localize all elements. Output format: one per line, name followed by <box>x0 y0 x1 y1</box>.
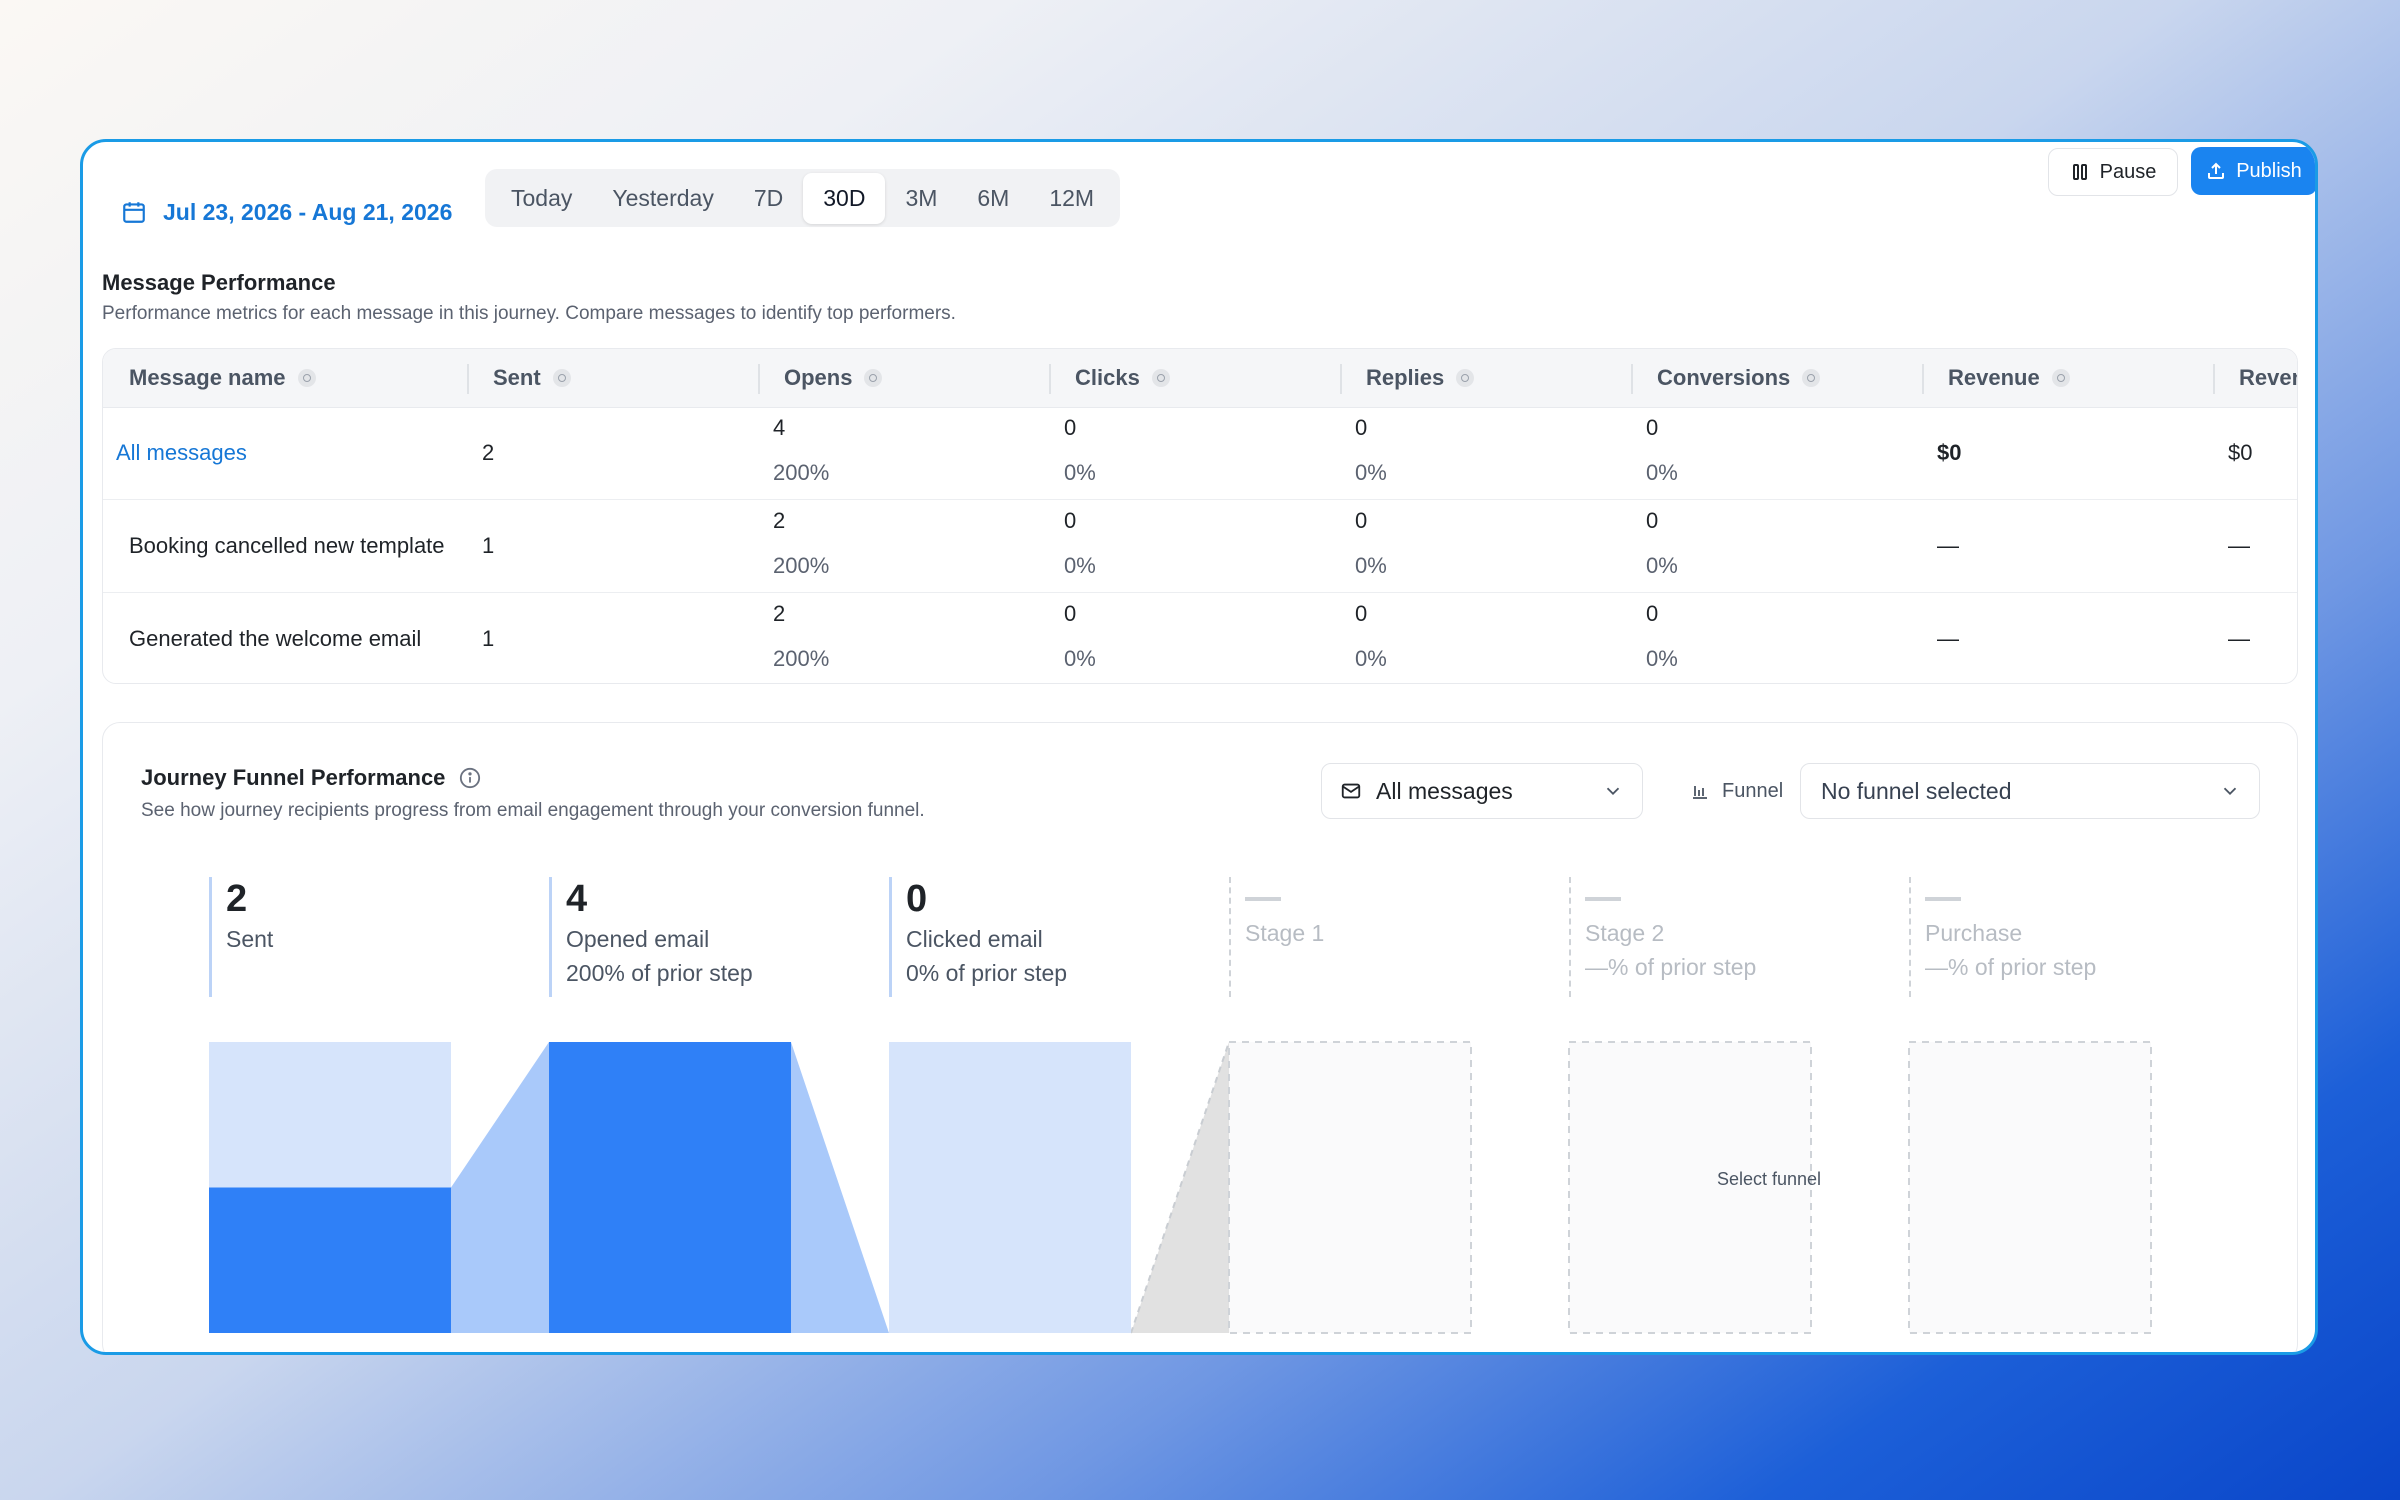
journey-funnel-panel: Journey Funnel Performance See how journ… <box>102 722 2298 1352</box>
clicks-value: 0 <box>1064 415 1077 440</box>
journey-analytics-card: Jul 23, 2026 - Aug 21, 2026 Today Yester… <box>80 139 2318 1355</box>
revenue-value: $0 <box>1937 440 1962 465</box>
revenue-value: — <box>1937 533 1959 558</box>
replies-rate: 0% <box>1355 553 1387 578</box>
column-header-opens[interactable]: Opens <box>758 349 883 407</box>
funnel-bar-placeholder <box>1228 1041 1472 1334</box>
opens-value: 4 <box>773 415 786 440</box>
publish-button[interactable]: Publish <box>2191 147 2315 195</box>
column-label: Sent <box>493 365 541 390</box>
column-label: Replies <box>1366 365 1445 390</box>
range-tab-12m[interactable]: 12M <box>1029 173 1114 224</box>
funnel-chart <box>209 1041 2152 1334</box>
conversions-value: 0 <box>1646 508 1659 533</box>
message-performance-title: Message Performance <box>102 270 336 295</box>
table-row[interactable]: Booking cancelled new template 1 2 200% … <box>103 500 2297 593</box>
revenue-2-value: — <box>2228 626 2250 651</box>
range-tab-7d[interactable]: 7D <box>734 173 803 224</box>
opens-rate: 200% <box>773 460 830 485</box>
funnel-bar <box>549 1042 791 1333</box>
column-label: Opens <box>784 365 853 390</box>
column-header-replies[interactable]: Replies <box>1340 349 1475 407</box>
range-tab-3m[interactable]: 3M <box>885 173 957 224</box>
message-performance-table: Message name Sent Opens Clicks Replies C… <box>102 348 2298 684</box>
date-range-label: Jul 23, 2026 - Aug 21, 2026 <box>163 198 453 225</box>
table-row[interactable]: All messages 2 4 200% 0 0% 0 0% 0 0% $0 … <box>103 407 2297 500</box>
conversions-rate: 0% <box>1646 646 1678 671</box>
pause-icon <box>2072 164 2087 180</box>
message-performance-description: Performance metrics for each message in … <box>102 303 956 324</box>
table-header: Message name Sent Opens Clicks Replies C… <box>103 349 2297 408</box>
range-tab-6m[interactable]: 6M <box>957 173 1029 224</box>
replies-rate: 0% <box>1355 460 1387 485</box>
column-header-sent[interactable]: Sent <box>467 349 571 407</box>
column-label: Conversions <box>1657 365 1791 390</box>
info-icon[interactable] <box>1802 369 1821 387</box>
clicks-value: 0 <box>1064 508 1077 533</box>
column-label: Reven <box>2239 365 2297 390</box>
revenue-2-value: — <box>2228 533 2250 558</box>
opens-rate: 200% <box>773 553 830 578</box>
replies-value: 0 <box>1355 415 1368 440</box>
info-icon[interactable] <box>2051 369 2070 387</box>
revenue-value: — <box>1937 626 1959 651</box>
pause-label: Pause <box>2099 160 2157 183</box>
info-icon[interactable] <box>1456 369 1475 387</box>
message-name-link[interactable]: All messages <box>116 407 247 499</box>
funnel-bar <box>209 1187 451 1333</box>
sent-value: 1 <box>482 533 495 558</box>
funnel-connector <box>451 1042 549 1333</box>
range-tab-yesterday[interactable]: Yesterday <box>592 173 733 224</box>
clicks-rate: 0% <box>1064 553 1096 578</box>
publish-label: Publish <box>2236 159 2302 182</box>
conversions-value: 0 <box>1646 601 1659 626</box>
select-funnel-hint[interactable]: Select funnel <box>1647 1169 1891 1190</box>
clicks-rate: 0% <box>1064 646 1096 671</box>
funnel-bar-background <box>889 1042 1131 1333</box>
replies-rate: 0% <box>1355 646 1387 671</box>
column-header-revenue[interactable]: Revenue <box>1922 349 2070 407</box>
opens-rate: 200% <box>773 646 830 671</box>
revenue-2-value: $0 <box>2228 440 2253 465</box>
pause-button[interactable]: Pause <box>2048 148 2178 196</box>
conversions-rate: 0% <box>1646 553 1678 578</box>
info-icon[interactable] <box>552 369 571 387</box>
opens-value: 2 <box>773 508 786 533</box>
table-row[interactable]: Generated the welcome email 1 2 200% 0 0… <box>103 593 2297 683</box>
message-name[interactable]: Booking cancelled new template <box>129 500 451 592</box>
column-header-clicks[interactable]: Clicks <box>1049 349 1170 407</box>
conversions-rate: 0% <box>1646 460 1678 485</box>
funnel-connector <box>791 1042 889 1333</box>
column-header-conversions[interactable]: Conversions <box>1631 349 1821 407</box>
range-tabs: Today Yesterday 7D 30D 3M 6M 12M <box>485 169 1121 227</box>
funnel-bar-placeholder <box>1908 1041 2152 1334</box>
replies-value: 0 <box>1355 508 1368 533</box>
date-range-picker[interactable]: Jul 23, 2026 - Aug 21, 2026 <box>121 183 452 241</box>
sent-value: 1 <box>482 626 495 651</box>
column-header-revenue-2[interactable]: Reven <box>2213 349 2297 407</box>
info-icon[interactable] <box>1151 369 1170 387</box>
range-tab-today[interactable]: Today <box>491 173 592 224</box>
info-icon[interactable] <box>297 369 316 387</box>
clicks-rate: 0% <box>1064 460 1096 485</box>
calendar-icon <box>123 202 145 223</box>
conversions-value: 0 <box>1646 415 1659 440</box>
sent-value: 2 <box>482 440 495 465</box>
opens-value: 2 <box>773 601 786 626</box>
column-label: Message name <box>129 365 286 390</box>
column-header-message-name[interactable]: Message name <box>129 349 316 407</box>
range-tab-30d[interactable]: 30D <box>803 172 886 224</box>
column-label: Revenue <box>1948 365 2040 390</box>
column-label: Clicks <box>1075 365 1140 390</box>
replies-value: 0 <box>1355 601 1368 626</box>
info-icon[interactable] <box>864 369 883 387</box>
upload-icon <box>2208 162 2225 179</box>
message-name[interactable]: Generated the welcome email <box>129 593 459 683</box>
clicks-value: 0 <box>1064 601 1077 626</box>
